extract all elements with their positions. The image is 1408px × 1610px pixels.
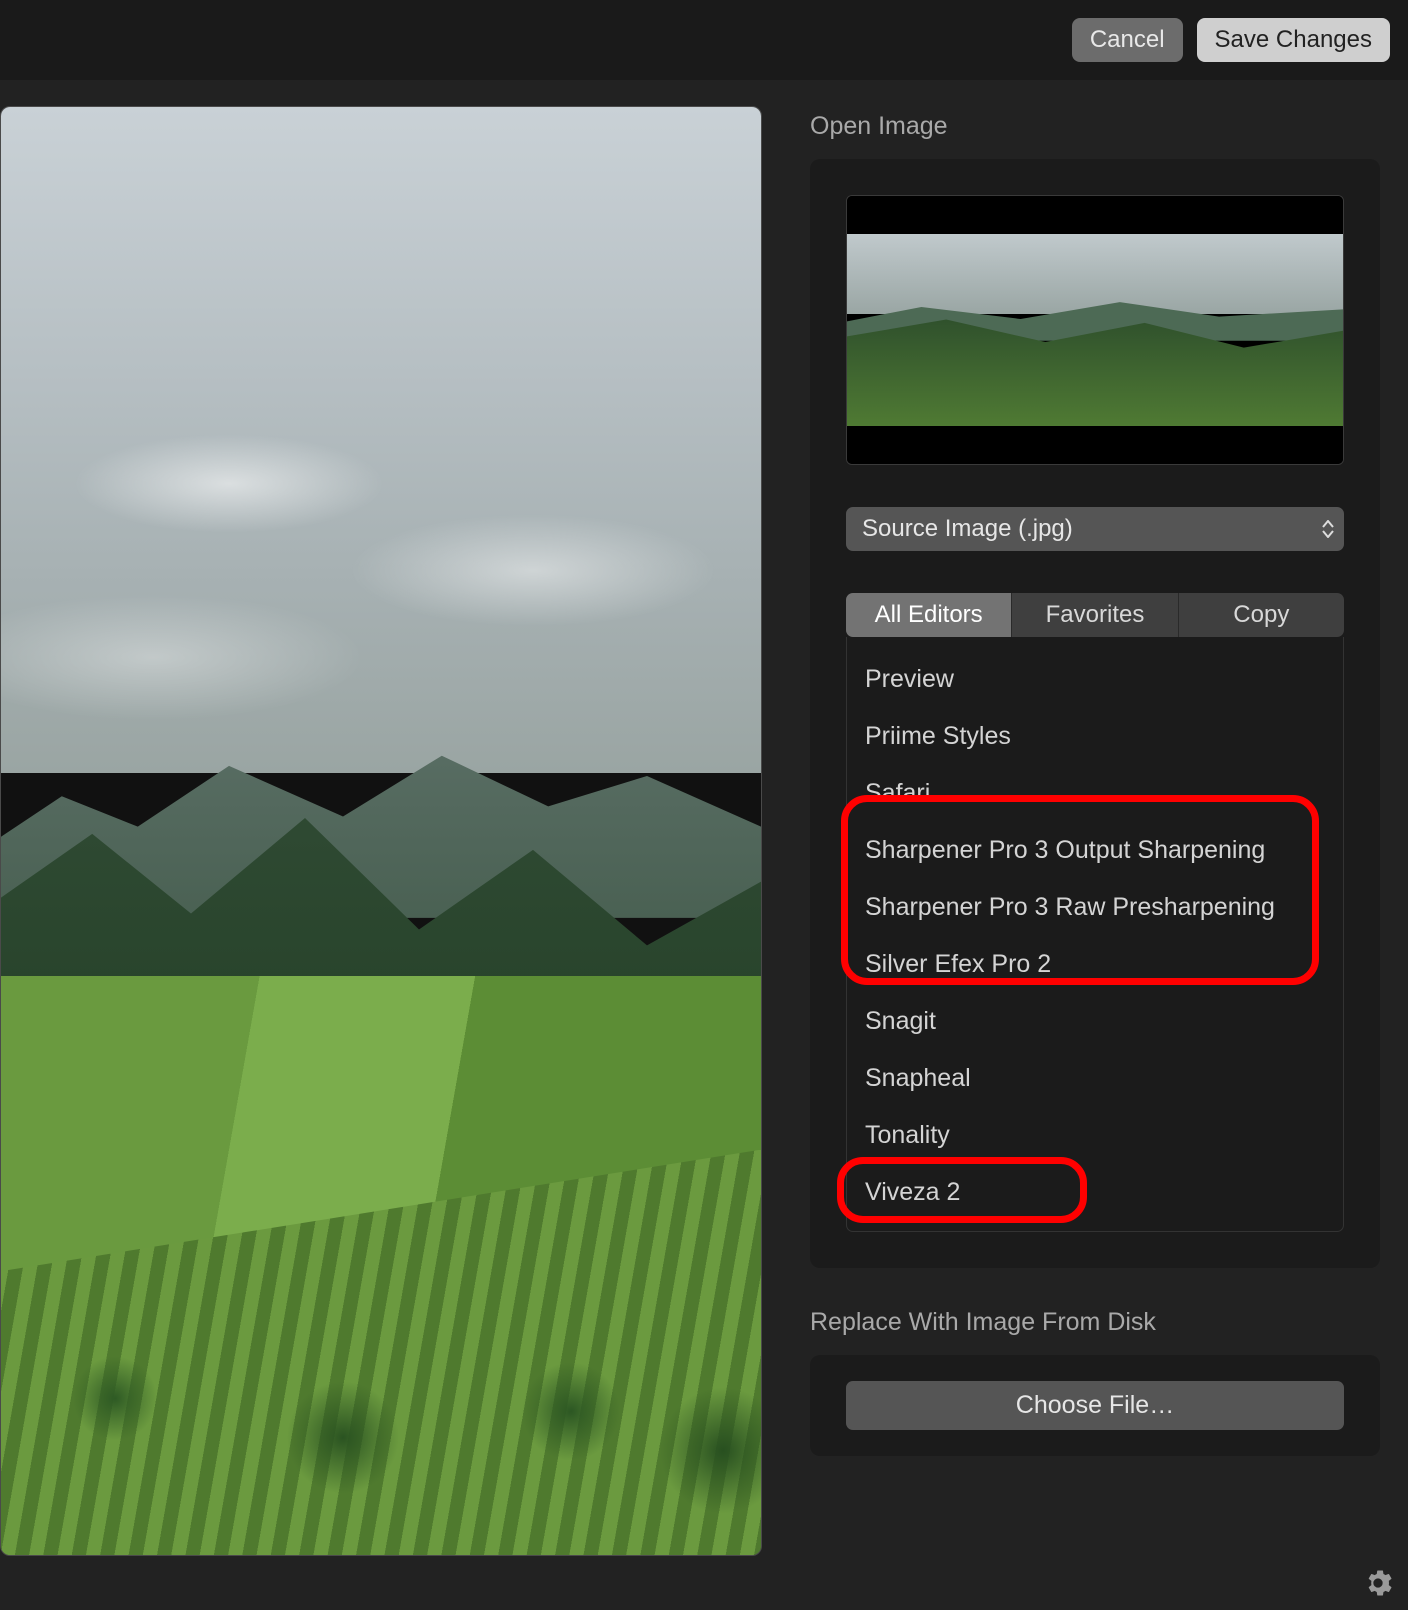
replace-heading: Replace With Image From Disk bbox=[810, 1308, 1380, 1337]
replace-panel: Choose File… bbox=[810, 1355, 1380, 1456]
gear-icon[interactable] bbox=[1364, 1569, 1392, 1602]
editor-item-silver-efex[interactable]: Silver Efex Pro 2 bbox=[847, 936, 1343, 993]
save-changes-button[interactable]: Save Changes bbox=[1197, 18, 1390, 62]
toolbar: Cancel Save Changes bbox=[0, 0, 1408, 80]
tab-favorites[interactable]: Favorites bbox=[1012, 593, 1178, 637]
preview-pane bbox=[0, 80, 770, 1610]
editor-item-sharpener-output[interactable]: Sharpener Pro 3 Output Sharpening bbox=[847, 822, 1343, 879]
source-image-select[interactable]: Source Image (.jpg) bbox=[846, 507, 1344, 551]
updown-stepper-icon bbox=[1322, 520, 1334, 538]
editor-item-sharpener-raw[interactable]: Sharpener Pro 3 Raw Presharpening bbox=[847, 879, 1343, 936]
open-image-panel: Source Image (.jpg) All Editors Favorite… bbox=[810, 159, 1380, 1268]
cancel-button[interactable]: Cancel bbox=[1072, 18, 1183, 62]
open-image-heading: Open Image bbox=[810, 112, 1380, 141]
side-panel: Open Image Source Image (.jpg) All Edito… bbox=[770, 80, 1408, 1610]
editor-item-preview[interactable]: Preview bbox=[847, 651, 1343, 708]
main-image-preview[interactable] bbox=[0, 106, 762, 1556]
source-image-select-value: Source Image (.jpg) bbox=[862, 515, 1073, 543]
editor-item-safari[interactable]: Safari bbox=[847, 765, 1343, 822]
tab-all-editors[interactable]: All Editors bbox=[846, 593, 1012, 637]
choose-file-button[interactable]: Choose File… bbox=[846, 1381, 1344, 1430]
image-thumbnail[interactable] bbox=[846, 195, 1344, 465]
editor-tabs: All Editors Favorites Copy bbox=[846, 593, 1344, 637]
editor-list: Preview Priime Styles Safari Sharpener P… bbox=[846, 637, 1344, 1232]
content-area: Open Image Source Image (.jpg) All Edito… bbox=[0, 80, 1408, 1610]
editor-item-snagit[interactable]: Snagit bbox=[847, 993, 1343, 1050]
editor-item-snapheal[interactable]: Snapheal bbox=[847, 1050, 1343, 1107]
editor-item-tonality[interactable]: Tonality bbox=[847, 1107, 1343, 1164]
tab-copy[interactable]: Copy bbox=[1179, 593, 1344, 637]
editor-item-viveza[interactable]: Viveza 2 bbox=[847, 1164, 1343, 1221]
editor-item-priime-styles[interactable]: Priime Styles bbox=[847, 708, 1343, 765]
